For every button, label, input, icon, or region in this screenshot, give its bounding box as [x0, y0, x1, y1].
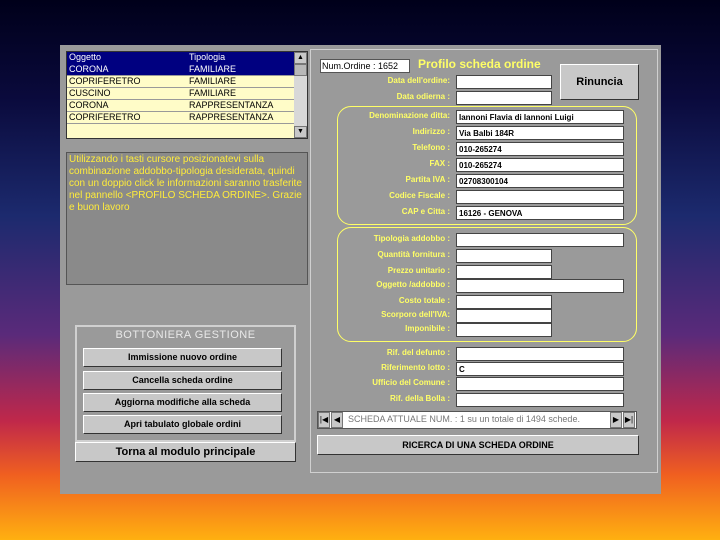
- data-ordine-field[interactable]: [456, 75, 552, 89]
- scorporo-iva-label: Scorporo dell'IVA:: [381, 310, 450, 319]
- list-item-tipologia: FAMILIARE: [189, 76, 237, 86]
- fax-label: FAX :: [429, 159, 450, 168]
- partita-iva-field[interactable]: 02708300104: [456, 174, 624, 188]
- data-odierna-field[interactable]: [456, 91, 552, 105]
- app-window: Oggetto Tipologia CORONA FAMILIARE COPRI…: [60, 45, 661, 494]
- partita-iva-label: Partita IVA :: [405, 175, 450, 184]
- codice-fiscale-label: Codice Fiscale :: [389, 191, 450, 200]
- panel-title: Profilo scheda ordine: [418, 57, 541, 71]
- denominazione-field[interactable]: Iannoni Flavia di Iannoni Luigi: [456, 110, 624, 124]
- list-item-oggetto: COPRIFERETRO: [69, 76, 141, 86]
- list-item[interactable]: CORONA RAPPRESENTANZA: [67, 100, 294, 112]
- list-item-tipologia: RAPPRESENTANZA: [189, 100, 274, 110]
- riferimento-lotto-field[interactable]: C: [456, 362, 624, 376]
- prezzo-unitario-label: Prezzo unitario :: [387, 266, 450, 275]
- tipologia-addobbo-label: Tipologia addobbo :: [373, 234, 450, 243]
- costo-totale-field[interactable]: [456, 295, 552, 309]
- costo-totale-label: Costo totale :: [398, 296, 450, 305]
- last-record-icon[interactable]: ▶|: [623, 412, 635, 428]
- aggiorna-modifiche-button[interactable]: Aggiorna modifiche alla scheda: [83, 393, 282, 412]
- apri-tabulato-button[interactable]: Apri tabulato globale ordini: [83, 415, 282, 434]
- quantita-fornitura-field[interactable]: [456, 249, 552, 263]
- telefono-field[interactable]: 010-265274: [456, 142, 624, 156]
- indirizzo-field[interactable]: Via Balbi 184R: [456, 126, 624, 140]
- data-ordine-label: Data dell'ordine:: [387, 76, 450, 85]
- item-list[interactable]: Oggetto Tipologia CORONA FAMILIARE COPRI…: [66, 51, 308, 139]
- scorporo-iva-field[interactable]: [456, 309, 552, 323]
- oggetto-addobbo-label: Oggetto /addobbo :: [376, 280, 450, 289]
- ufficio-comune-field[interactable]: [456, 377, 624, 391]
- list-item[interactable]: CORONA FAMILIARE: [67, 64, 294, 76]
- scroll-up-icon[interactable]: ▲: [294, 52, 307, 64]
- list-item-tipologia: FAMILIARE: [189, 88, 237, 98]
- record-navigator: |◀ ◀ SCHEDA ATTUALE NUM. : 1 su un total…: [317, 411, 637, 429]
- cancella-scheda-ordine-button[interactable]: Cancella scheda ordine: [83, 371, 282, 390]
- previous-record-icon[interactable]: ◀: [331, 412, 343, 428]
- scroll-thumb[interactable]: [294, 64, 307, 76]
- rif-defunto-label: Rif. del defunto :: [386, 348, 450, 357]
- immissione-nuovo-ordine-button[interactable]: Immissione nuovo ordine: [83, 348, 282, 367]
- list-item-oggetto: CORONA: [69, 64, 109, 74]
- denominazione-label: Denominazione ditta:: [369, 111, 450, 120]
- data-odierna-label: Data odierna :: [396, 92, 450, 101]
- ricerca-scheda-button[interactable]: RICERCA DI UNA SCHEDA ORDINE: [317, 435, 639, 455]
- list-scrollbar[interactable]: ▲ ▼: [294, 52, 307, 138]
- next-record-icon[interactable]: ▶: [610, 412, 622, 428]
- telefono-label: Telefono :: [412, 143, 450, 152]
- header-tipologia: Tipologia: [189, 52, 226, 62]
- list-header: Oggetto Tipologia: [67, 52, 294, 64]
- instructions-text: Utilizzando i tasti cursore posizionatev…: [66, 152, 308, 285]
- first-record-icon[interactable]: |◀: [318, 412, 330, 428]
- imponibile-label: Imponibile :: [405, 324, 450, 333]
- list-horizontal-scrollbar[interactable]: [67, 127, 294, 138]
- ufficio-comune-label: Ufficio del Comune :: [372, 378, 450, 387]
- list-item-oggetto: COPRIFERETRO: [69, 112, 141, 122]
- quantita-fornitura-label: Quantità fornitura :: [377, 250, 450, 259]
- rif-bolla-label: Rif. della Bolla :: [389, 394, 450, 403]
- rif-defunto-field[interactable]: [456, 347, 624, 361]
- list-item-tipologia: FAMILIARE: [189, 64, 237, 74]
- num-ordine-field: Num.Ordine : 1652: [320, 59, 410, 73]
- rinuncia-button[interactable]: Rinuncia: [560, 64, 639, 100]
- prezzo-unitario-field[interactable]: [456, 265, 552, 279]
- list-item-tipologia: RAPPRESENTANZA: [189, 112, 274, 122]
- bottoniera-title: BOTTONIERA GESTIONE: [115, 329, 256, 341]
- list-item[interactable]: COPRIFERETRO RAPPRESENTANZA: [67, 112, 294, 124]
- indirizzo-label: Indirizzo :: [412, 127, 450, 136]
- imponibile-field[interactable]: [456, 323, 552, 337]
- cap-citta-field[interactable]: 16126 - GENOVA: [456, 206, 624, 220]
- torna-modulo-principale-button[interactable]: Torna al modulo principale: [75, 442, 296, 462]
- riferimento-lotto-label: Riferimento lotto :: [381, 363, 450, 372]
- scroll-down-icon[interactable]: ▼: [294, 126, 307, 138]
- list-item-oggetto: CUSCINO: [69, 88, 111, 98]
- oggetto-addobbo-field[interactable]: [456, 279, 624, 293]
- fax-field[interactable]: 010-265274: [456, 158, 624, 172]
- cap-citta-label: CAP e Citta :: [401, 207, 450, 216]
- list-item[interactable]: COPRIFERETRO FAMILIARE: [67, 76, 294, 88]
- list-item[interactable]: CUSCINO FAMILIARE: [67, 88, 294, 100]
- tipologia-addobbo-field[interactable]: [456, 233, 624, 247]
- rif-bolla-field[interactable]: [456, 393, 624, 407]
- codice-fiscale-field[interactable]: [456, 190, 624, 204]
- list-item-oggetto: CORONA: [69, 100, 109, 110]
- record-counter: SCHEDA ATTUALE NUM. : 1 su un totale di …: [348, 414, 580, 424]
- header-oggetto: Oggetto: [69, 52, 102, 62]
